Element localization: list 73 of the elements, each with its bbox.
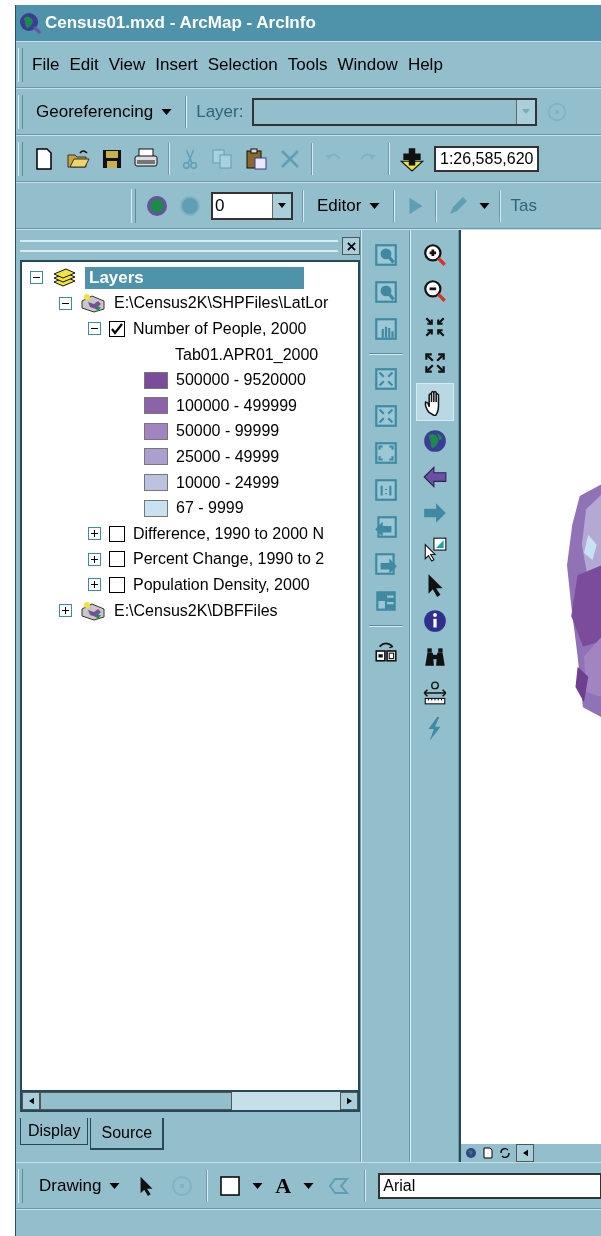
menu-item[interactable]: Selection xyxy=(206,54,279,75)
legend-class-label: 500000 - 9520000 xyxy=(176,371,306,390)
layer-label[interactable]: Percent Change, 1990 to 2 xyxy=(133,550,325,569)
add-data-icon[interactable] xyxy=(399,145,425,172)
close-button[interactable] xyxy=(342,237,360,255)
layer-group-label[interactable]: E:\Census2K\SHPFiles\LatLor xyxy=(114,294,329,313)
editor-menu[interactable]: Editor xyxy=(313,195,385,216)
layer-label[interactable]: Population Density, 2000 xyxy=(133,575,310,594)
caret-icon xyxy=(109,1182,121,1189)
caret-icon[interactable] xyxy=(479,202,491,209)
georeferencing-menu[interactable]: Georeferencing xyxy=(32,101,177,122)
panel-tab[interactable]: Source xyxy=(90,1118,165,1150)
collapse-box[interactable] xyxy=(30,271,43,285)
caret-icon xyxy=(522,109,531,114)
left-arrow-icon xyxy=(522,1149,528,1157)
menu-item[interactable]: Window xyxy=(336,54,399,75)
layer-group-icon xyxy=(80,600,106,621)
globe-icon xyxy=(18,11,42,35)
layer-group-label[interactable]: E:\Census2K\DBFFiles xyxy=(114,601,278,620)
scroll-left-button[interactable] xyxy=(516,1144,534,1162)
globe-icon[interactable] xyxy=(465,1147,477,1159)
hand-icon[interactable] xyxy=(416,384,453,420)
page-icon[interactable] xyxy=(482,1147,494,1159)
rectangle-icon[interactable] xyxy=(220,1175,241,1196)
layer-dropdown[interactable] xyxy=(252,97,538,126)
clipboard-icon[interactable] xyxy=(243,146,269,171)
left-arrow-icon xyxy=(28,1097,34,1105)
layer-label[interactable]: Number of People, 2000 xyxy=(133,320,307,338)
menu-item[interactable]: Insert xyxy=(154,54,199,75)
menu-item[interactable]: File xyxy=(31,54,61,75)
legend-class-label: 25000 - 49999 xyxy=(176,447,280,466)
collapse-box[interactable] xyxy=(59,296,72,310)
caret-icon[interactable] xyxy=(252,1182,264,1189)
task-label: Tas xyxy=(510,195,537,216)
collapse-box[interactable] xyxy=(88,322,101,336)
layer-label[interactable]: Difference, 1990 to 2000 N xyxy=(133,524,324,543)
drawing-menu[interactable]: Drawing xyxy=(35,1175,125,1196)
panel-grip[interactable] xyxy=(20,240,338,252)
menu-item[interactable]: Tools xyxy=(286,54,329,75)
legend-class-label: 50000 - 99999 xyxy=(176,422,280,441)
layer-group-icon xyxy=(80,293,106,314)
caret-icon xyxy=(278,203,286,208)
layer-checkbox[interactable] xyxy=(109,321,125,337)
expand-box[interactable] xyxy=(88,578,101,592)
font-color-button[interactable]: A xyxy=(275,1172,292,1199)
caret-icon xyxy=(161,108,173,115)
close-icon xyxy=(346,241,356,251)
menu-item[interactable]: View xyxy=(107,54,147,75)
menu-item[interactable]: Help xyxy=(406,54,444,75)
font-field[interactable]: Arial xyxy=(378,1172,601,1199)
layer-checkbox[interactable] xyxy=(109,551,125,568)
expand-box[interactable] xyxy=(59,604,72,617)
layer-checkbox[interactable] xyxy=(109,525,125,542)
expand-box[interactable] xyxy=(88,527,101,541)
window-title: Census01.mxd - ArcMap - ArcInfo xyxy=(45,13,316,33)
value-dropdown[interactable]: 0 xyxy=(211,191,293,220)
refresh-icon[interactable] xyxy=(499,1147,511,1159)
layer-label: Layer: xyxy=(196,101,244,122)
legend-field-name: Tab01.APR01_2000 xyxy=(175,345,319,364)
caret-icon xyxy=(369,202,381,209)
layer-checkbox[interactable] xyxy=(109,576,125,593)
horizontal-scrollbar[interactable] xyxy=(20,1092,360,1112)
legend-class-label: 10000 - 24999 xyxy=(176,473,280,492)
panel-tab[interactable]: Display xyxy=(20,1118,89,1145)
right-arrow-icon xyxy=(346,1097,352,1105)
layers-stack-icon xyxy=(51,267,77,288)
globe-icon[interactable] xyxy=(145,193,169,218)
caret-icon[interactable] xyxy=(303,1182,315,1189)
legend-class-label: 67 - 9999 xyxy=(176,499,244,518)
legend-class-label: 100000 - 499999 xyxy=(176,396,297,415)
map-scale-field[interactable]: 1:26,585,620 xyxy=(434,145,540,172)
menu-item[interactable]: Edit xyxy=(68,54,100,75)
expand-box[interactable] xyxy=(88,552,101,566)
